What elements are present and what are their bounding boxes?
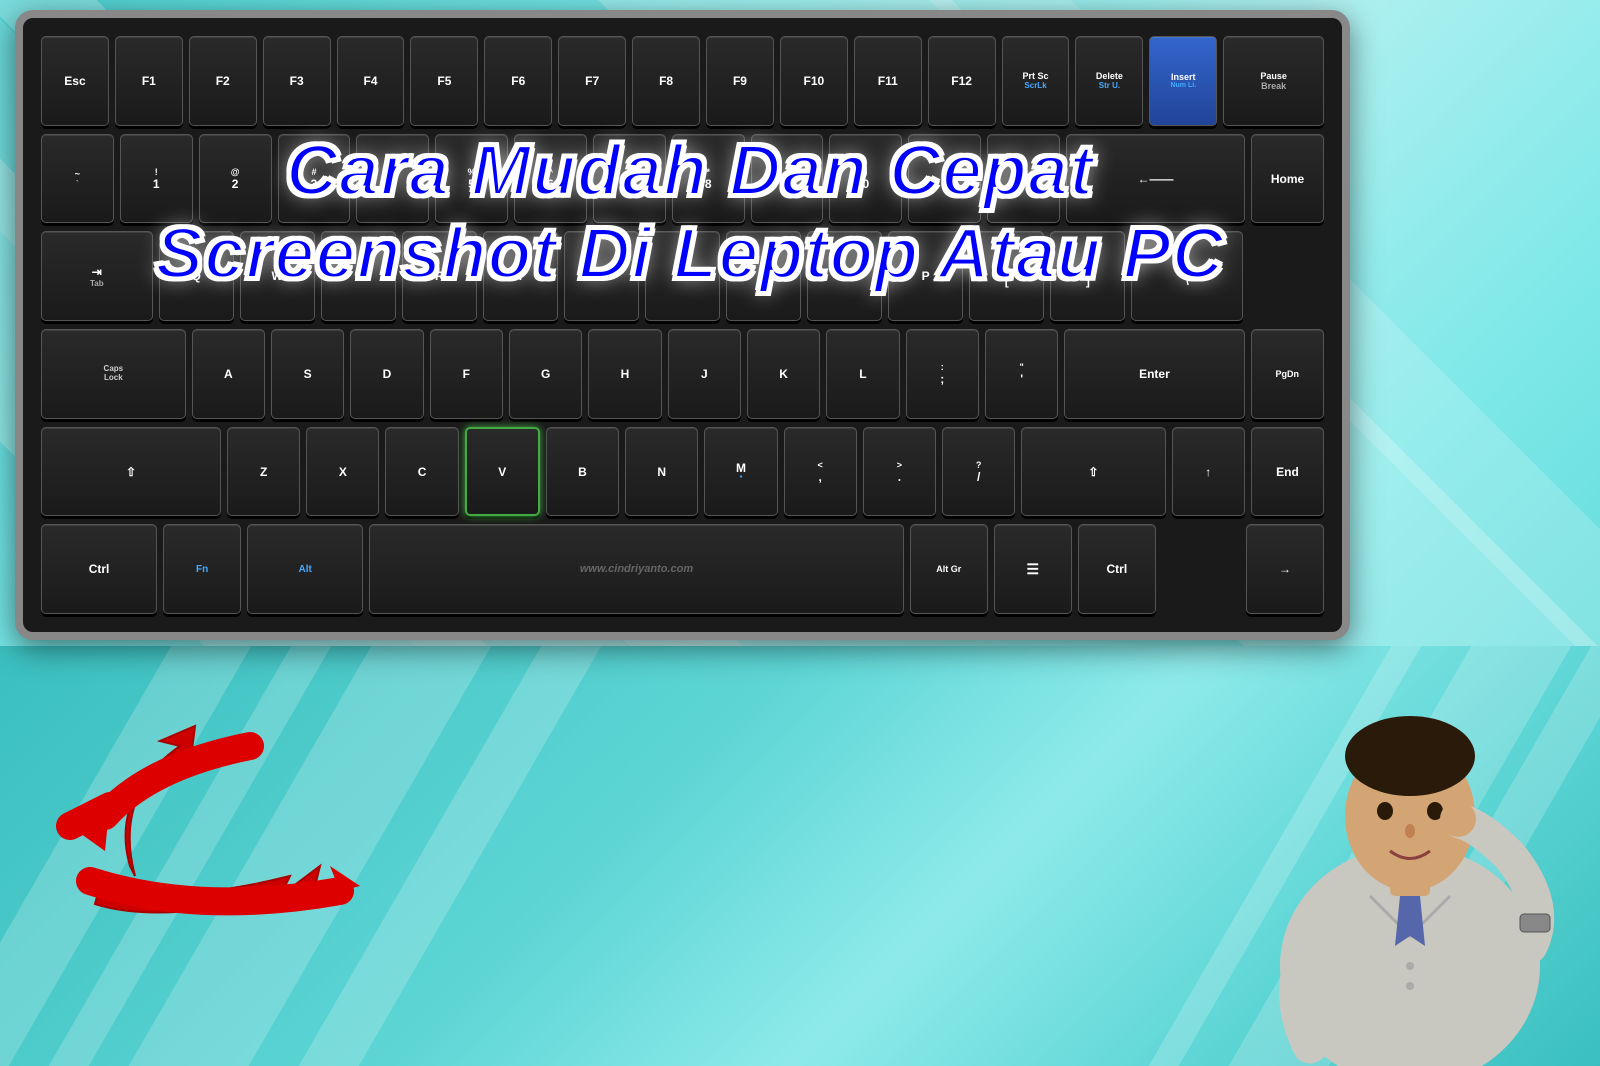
key-f9: F9 [706, 36, 774, 126]
key-d: D [350, 329, 423, 419]
key-fn: Fn [163, 524, 241, 614]
key-f4: F4 [337, 36, 405, 126]
person-container [1220, 616, 1600, 1066]
key-a: A [192, 329, 265, 419]
key-f1: F1 [115, 36, 183, 126]
title-overlay: Cara Mudah Dan Cepat Screenshot Di Lepto… [80, 130, 1300, 296]
key-s: S [271, 329, 344, 419]
key-altgr: Alt Gr [910, 524, 988, 614]
key-esc: Esc [41, 36, 109, 126]
key-quote: "' [985, 329, 1058, 419]
key-slash: ?/ [942, 427, 1015, 517]
keyboard-row-bottom: Ctrl Fn Alt www.cindriyanto.com Alt Gr ☰… [41, 524, 1324, 614]
key-f8: F8 [632, 36, 700, 126]
key-right: → [1246, 524, 1324, 614]
key-menu: ☰ [994, 524, 1072, 614]
key-j: J [668, 329, 741, 419]
key-l: L [826, 329, 899, 419]
key-ctrl-left: Ctrl [41, 524, 157, 614]
key-m: M* [704, 427, 777, 517]
title-line1: Cara Mudah Dan Cepat [80, 130, 1300, 213]
key-f5: F5 [410, 36, 478, 126]
key-capslock: CapsLock [41, 329, 186, 419]
key-prtsc: Prt ScScrLk [1002, 36, 1070, 126]
key-up: ↑ [1172, 427, 1245, 517]
key-semicolon: :; [906, 329, 979, 419]
key-f11: F11 [854, 36, 922, 126]
key-ctrl-right: Ctrl [1078, 524, 1156, 614]
key-k: K [747, 329, 820, 419]
key-shift-left: ⇧ [41, 427, 221, 517]
keyboard-row-shift: ⇧ Z X C V B N M* <, >. ?/ ⇧ ↑ End [41, 427, 1324, 517]
key-b: B [546, 427, 619, 517]
key-x: X [306, 427, 379, 517]
key-f12: F12 [928, 36, 996, 126]
keyboard-container: Esc F1 F2 F3 F4 F5 F6 F7 F8 F9 F10 F11 F… [15, 10, 1350, 640]
keyboard-image: Esc F1 F2 F3 F4 F5 F6 F7 F8 F9 F10 F11 F… [15, 10, 1350, 640]
key-c: C [385, 427, 458, 517]
title-line2: Screenshot Di Leptop Atau PC [80, 213, 1300, 296]
key-f3: F3 [263, 36, 331, 126]
key-end: End [1251, 427, 1324, 517]
key-f10: F10 [780, 36, 848, 126]
keyboard-row-asdf: CapsLock A S D F G H J K L :; "' Enter P… [41, 329, 1324, 419]
key-space: www.cindriyanto.com [369, 524, 903, 614]
key-pause: PauseBreak [1223, 36, 1324, 126]
key-f6: F6 [484, 36, 552, 126]
keyboard-row-function: Esc F1 F2 F3 F4 F5 F6 F7 F8 F9 F10 F11 F… [41, 36, 1324, 126]
person-figure [1250, 626, 1570, 1066]
key-insert: InsertNum Li. [1149, 36, 1217, 126]
key-shift-right: ⇧ [1021, 427, 1165, 517]
key-f7: F7 [558, 36, 626, 126]
key-pgdn: PgDn [1251, 329, 1324, 419]
key-g: G [509, 329, 582, 419]
key-f2: F2 [189, 36, 257, 126]
key-v: V [465, 427, 540, 517]
key-comma: <, [784, 427, 857, 517]
key-f: F [430, 329, 503, 419]
key-alt-left: Alt [247, 524, 363, 614]
key-delete: DeleteStr U. [1075, 36, 1143, 126]
key-enter: Enter [1064, 329, 1244, 419]
key-n: N [625, 427, 698, 517]
key-z: Z [227, 427, 300, 517]
arrows-graphic [50, 646, 500, 946]
key-period: >. [863, 427, 936, 517]
key-h: H [588, 329, 661, 419]
